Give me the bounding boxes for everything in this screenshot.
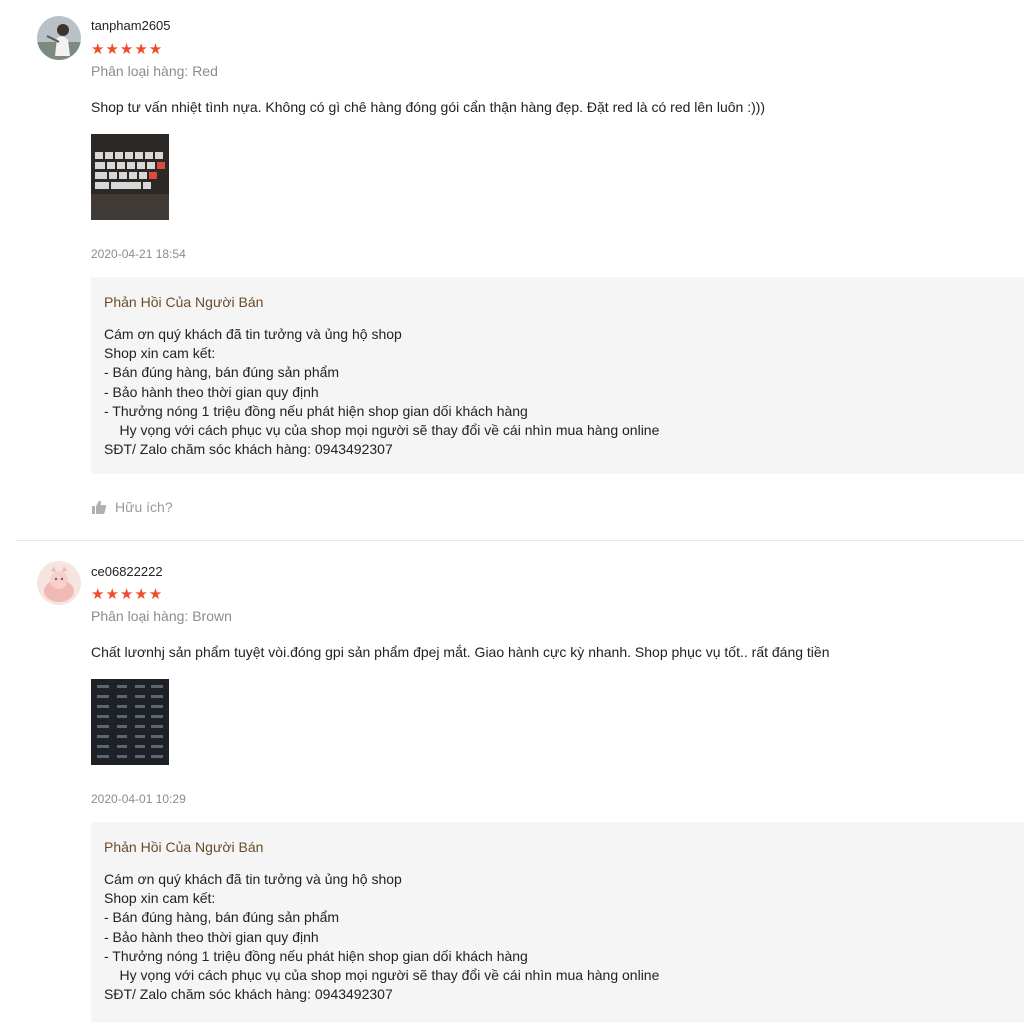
seller-response-title: Phản Hồi Của Người Bán (104, 294, 264, 310)
review-item: tanpham2605 ★★★★★ Phân loại hàng: Red Sh… (0, 0, 1024, 542)
seller-response: Phản Hồi Của Người Bán Cám ơn quý khách … (91, 277, 1024, 474)
review-author[interactable]: tanpham2605 (91, 18, 171, 33)
review-author[interactable]: ce06822222 (91, 564, 163, 579)
rating-stars: ★★★★★ (91, 41, 164, 58)
seller-response-text: Cám ơn quý khách đã tin tưởng và ủng hộ … (104, 871, 660, 1003)
review-item: ce06822222 ★★★★★ Phân loại hàng: Brown C… (0, 542, 1024, 1024)
review-date: 2020-04-21 18:54 (91, 247, 186, 261)
review-photo-thumbnail[interactable] (91, 134, 169, 220)
user-avatar[interactable] (37, 561, 81, 605)
review-comment: Shop tư vấn nhiệt tình nựa. Không có gì … (91, 99, 766, 115)
helpful-button[interactable]: Hữu ích? (91, 499, 173, 515)
review-comment: Chất lươnhj sản phẩm tuyệt vòi.đóng gpi … (91, 644, 830, 660)
review-divider (16, 540, 1024, 541)
rating-stars: ★★★★★ (91, 586, 164, 603)
review-photo-thumbnail[interactable] (91, 679, 169, 765)
thumbs-up-icon (92, 500, 107, 514)
seller-response-title: Phản Hồi Của Người Bán (104, 839, 264, 855)
seller-response-text: Cám ơn quý khách đã tin tưởng và ủng hộ … (104, 326, 660, 458)
review-date: 2020-04-01 10:29 (91, 792, 186, 806)
seller-response: Phản Hồi Của Người Bán Cám ơn quý khách … (91, 822, 1024, 1022)
product-variation: Phân loại hàng: Brown (91, 608, 232, 624)
helpful-label: Hữu ích? (115, 499, 173, 515)
user-avatar[interactable] (37, 16, 81, 60)
product-variation: Phân loại hàng: Red (91, 63, 218, 79)
